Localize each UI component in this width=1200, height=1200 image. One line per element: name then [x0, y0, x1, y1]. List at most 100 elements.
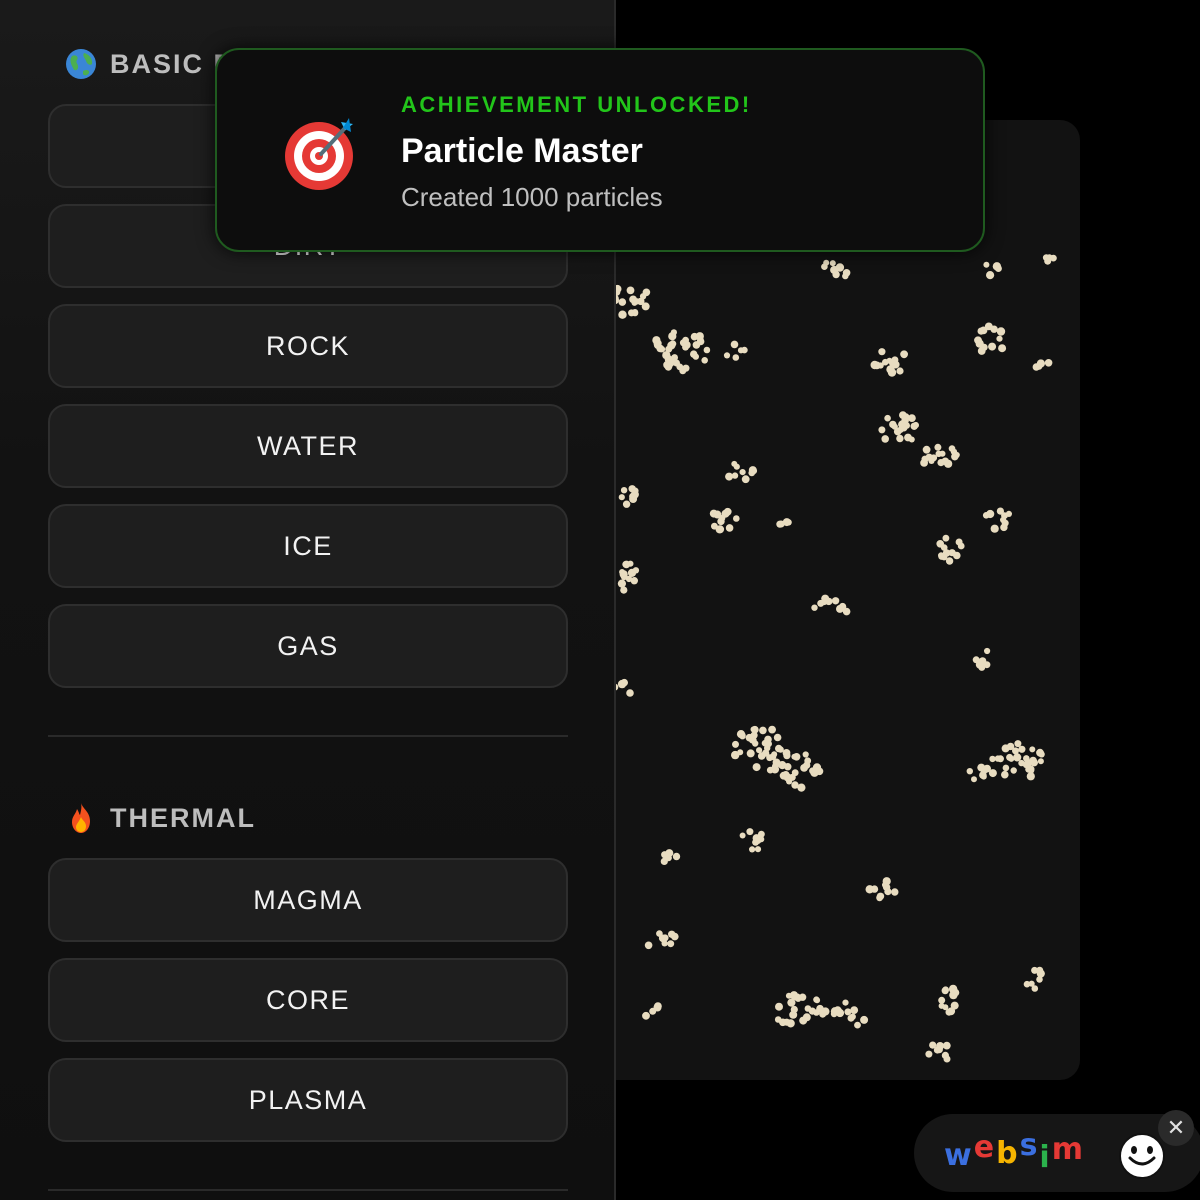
sand-particle [641, 302, 650, 311]
sand-particle [660, 936, 667, 943]
sand-particle [741, 475, 750, 484]
sand-particle [878, 348, 886, 356]
sand-particle [733, 515, 740, 522]
sand-particle [842, 999, 849, 1006]
sand-particle [758, 830, 765, 838]
achievement-toast: ACHIEVEMENT UNLOCKED! Particle Master Cr… [215, 48, 985, 252]
sand-particle [660, 857, 668, 866]
sand-particle [668, 332, 677, 341]
sand-particle [955, 538, 963, 546]
sand-particle [768, 725, 776, 734]
sand-particle [983, 261, 990, 268]
fire-icon [64, 801, 98, 835]
sand-particle [1008, 755, 1015, 762]
sand-particle [884, 414, 891, 422]
sand-particle [925, 453, 933, 461]
sand-particle [754, 846, 762, 853]
element-button-water[interactable]: WATER [48, 404, 568, 488]
section-header-thermal: THERMAL [64, 798, 256, 838]
sand-particle [941, 457, 950, 466]
sand-particle [815, 767, 824, 776]
sand-particle [910, 422, 918, 430]
sand-particle [1038, 751, 1045, 758]
element-button-gas[interactable]: GAS [48, 604, 568, 688]
section-title-thermal: THERMAL [110, 802, 256, 833]
sand-particle [1000, 523, 1008, 532]
sand-particle [904, 433, 912, 442]
sand-particle [798, 993, 807, 1001]
sand-particle [1001, 744, 1010, 753]
sand-particle [996, 327, 1006, 336]
sand-particle [773, 733, 782, 742]
sand-particle [785, 519, 792, 526]
sand-particle [748, 736, 756, 744]
sand-particle [821, 263, 828, 270]
sand-particle [900, 350, 908, 359]
sand-particle [631, 299, 638, 306]
target-dart-icon [283, 116, 359, 192]
simulation-canvas[interactable] [560, 120, 1080, 1080]
sand-particle [628, 309, 635, 317]
sand-particle [813, 1009, 820, 1016]
sand-particle [1044, 359, 1053, 367]
sand-particle [1037, 758, 1044, 765]
sand-particle [889, 420, 897, 429]
sand-particle [1018, 745, 1026, 753]
sand-particle [741, 346, 748, 354]
sand-particle [829, 260, 836, 267]
sand-particle [950, 1001, 959, 1010]
sand-particle [800, 764, 808, 772]
sand-particle [668, 930, 676, 938]
sand-particle [975, 339, 984, 348]
element-button-ice[interactable]: ICE [48, 504, 568, 588]
globe-icon [64, 47, 98, 81]
achievement-title: Particle Master [401, 132, 643, 170]
sand-particle [898, 420, 907, 429]
sand-particle [672, 852, 681, 861]
sand-particle [626, 689, 634, 697]
sand-particle [618, 310, 627, 319]
sand-particle [908, 414, 916, 422]
sand-particle [854, 1021, 861, 1029]
sand-particle [642, 1011, 650, 1020]
websim-letter: w [944, 1138, 974, 1173]
sand-particle [934, 443, 942, 451]
sand-particle [842, 272, 849, 280]
sand-particle [667, 341, 676, 350]
sand-particle [622, 500, 631, 508]
sand-particle [939, 450, 946, 457]
element-button-plasma[interactable]: PLASMA [48, 1058, 568, 1142]
sand-particle [756, 747, 763, 754]
sand-particle [870, 885, 879, 893]
sand-particle [804, 1005, 812, 1012]
sand-particle [701, 357, 708, 364]
achievement-description: Created 1000 particles [401, 182, 663, 212]
sand-particle [948, 445, 956, 452]
sand-particle [966, 768, 973, 775]
sand-particle [977, 347, 986, 355]
sand-particle [682, 340, 691, 349]
sand-particle [986, 271, 995, 280]
sand-particle [925, 1050, 933, 1058]
sand-particle [620, 573, 628, 581]
sand-particle [887, 368, 897, 377]
element-button-magma[interactable]: MAGMA [48, 858, 568, 942]
sand-particle [764, 739, 771, 746]
sand-particle [942, 1041, 951, 1050]
websim-letter: e [973, 1130, 997, 1165]
sand-particle [725, 524, 734, 532]
sand-particle [620, 678, 628, 687]
close-badge-button[interactable]: ✕ [1158, 1110, 1194, 1146]
sand-particle [977, 327, 985, 335]
element-button-rock[interactable]: ROCK [48, 304, 568, 388]
sand-particle [942, 986, 949, 994]
sand-particle [881, 435, 889, 443]
sand-particle [656, 344, 664, 353]
sand-particle [782, 771, 790, 779]
sand-particle [994, 265, 1002, 272]
sand-particle [1031, 966, 1039, 974]
sand-particle [766, 766, 774, 774]
sand-particle [776, 520, 784, 528]
sand-particle [617, 579, 626, 588]
element-button-core[interactable]: CORE [48, 958, 568, 1042]
